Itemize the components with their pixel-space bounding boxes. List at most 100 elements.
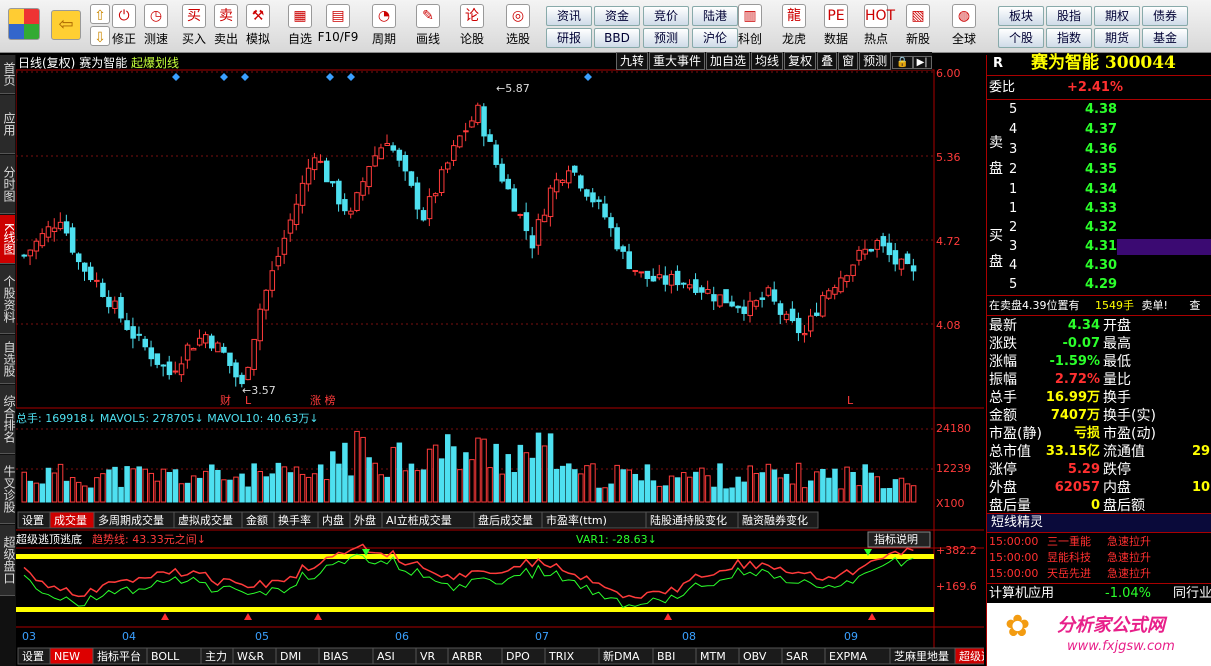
volume-bar [118, 486, 124, 503]
toolbar-button-7[interactable]: ◔ 周期 [362, 2, 406, 50]
event-diamond-icon[interactable] [347, 73, 355, 81]
chart-btn-6[interactable]: 窗 [838, 52, 859, 70]
candle-body [196, 337, 203, 346]
bid-price[interactable]: 4.31 [1085, 238, 1117, 256]
toolbar-button-13[interactable]: PE 数据 [820, 2, 852, 50]
industry-label[interactable]: 计算机应用 [989, 585, 1054, 603]
candle-body [39, 233, 46, 247]
toolbar-button-8[interactable]: ✎ 画线 [406, 2, 450, 50]
left-tab-4[interactable]: 个股资料 [0, 265, 16, 334]
toolbar-button-9[interactable]: 论论股 [450, 2, 494, 50]
chart-btn-2[interactable]: 加自选 [706, 52, 751, 70]
ask-price[interactable]: 4.38 [1085, 101, 1117, 119]
volume-bar [299, 473, 306, 503]
toolbar-button-10[interactable]: ◎ 选股 [496, 2, 540, 50]
left-tab-3[interactable]: K线图 [0, 215, 16, 264]
volume-bar [838, 488, 844, 503]
left-tab-2[interactable]: 分时图 [0, 155, 16, 214]
toolbar-button-1[interactable]: ◷ 测速 [140, 2, 172, 50]
market-button-债券[interactable]: 债券 [1142, 6, 1188, 26]
toolbar-button-16[interactable]: ◍ 全球 [948, 2, 980, 50]
chart-btn-3[interactable]: 均线 [751, 52, 784, 70]
chart-btn-4[interactable]: 复权 [784, 52, 817, 70]
volume-bar [263, 476, 269, 503]
event-diamond-icon[interactable] [220, 73, 228, 81]
left-tab-7[interactable]: 牛叉诊股 [0, 455, 16, 524]
event-diamond-icon[interactable] [172, 73, 180, 81]
vol-tab-label: 市盈率(ttm) [546, 513, 607, 527]
event-marker[interactable]: L [847, 394, 854, 407]
bottom-tab-label: BBI [657, 650, 675, 663]
event-diamond-icon[interactable] [584, 73, 592, 81]
event-diamond-icon[interactable] [326, 73, 334, 81]
period-label[interactable]: 日线(复权) [18, 56, 75, 70]
market-button-个股[interactable]: 个股 [998, 28, 1044, 48]
stat-label-2: 内盘 [1103, 480, 1131, 496]
header-tag[interactable]: 起爆划线 [131, 56, 179, 70]
chart-btn-5[interactable]: 叠 [817, 52, 838, 70]
candle-body [735, 305, 741, 309]
toolbar-button-11[interactable]: ▥ 科创 [734, 2, 766, 50]
app-logo-icon[interactable] [6, 2, 42, 50]
bid-price[interactable]: 4.29 [1085, 276, 1117, 294]
event-marker[interactable]: 涨 榜 [310, 393, 336, 407]
market-button-指数[interactable]: 指数 [1046, 28, 1092, 48]
quick-button-竞价[interactable]: 竞价 [643, 6, 689, 26]
quick-button-沪伦[interactable]: 沪伦 [692, 28, 738, 48]
ask-price[interactable]: 4.35 [1085, 161, 1117, 179]
toolbar-button-3[interactable]: 卖卖出 [210, 2, 242, 50]
market-button-基金[interactable]: 基金 [1142, 28, 1188, 48]
quick-button-预测[interactable]: 预测 [643, 28, 689, 48]
left-tab-1[interactable]: 应用 [0, 95, 16, 154]
bid-price[interactable]: 4.32 [1085, 219, 1117, 237]
market-button-股指[interactable]: 股指 [1046, 6, 1092, 26]
expand-icon[interactable]: ▶| [912, 56, 932, 69]
toolbar-button-15[interactable]: ▧ 新股 [902, 2, 934, 50]
market-button-板块[interactable]: 板块 [998, 6, 1044, 26]
candle-body [814, 312, 820, 316]
chart-btn-1[interactable]: 重大事件 [649, 52, 706, 70]
left-tab-8[interactable]: 超级盘口 [0, 525, 16, 596]
bid-price[interactable]: 4.30 [1085, 257, 1117, 275]
volume-bar [680, 472, 687, 503]
back-arrow-icon[interactable]: ⇦ [50, 2, 82, 50]
toolbar-button-2[interactable]: 买买入 [178, 2, 210, 50]
chart-btn-7[interactable]: 预测 [859, 52, 892, 70]
toolbar-button-6[interactable]: ▤ F10/F9 [316, 2, 360, 50]
toolbar-button-0[interactable]: ⏻ 修正 [108, 2, 140, 50]
toolbar-13-icon: PE [824, 4, 848, 28]
event-marker[interactable]: 财 [220, 393, 231, 407]
quick-button-陆港[interactable]: 陆港 [692, 6, 738, 26]
volume-bar [221, 479, 227, 503]
sprite-header[interactable]: 短线精灵 [987, 513, 1211, 533]
toolbar-button-14[interactable]: HOT 热点 [860, 2, 895, 50]
candle-body [880, 236, 887, 247]
quick-button-研报[interactable]: 研报 [546, 28, 592, 48]
left-tab-0[interactable]: 首页 [0, 55, 16, 94]
bid-price[interactable]: 4.33 [1085, 200, 1117, 218]
event-diamond-icon[interactable] [241, 73, 249, 81]
market-button-期权[interactable]: 期权 [1094, 6, 1140, 26]
market-button-期货[interactable]: 期货 [1094, 28, 1140, 48]
candle-body [662, 275, 669, 285]
ask-price[interactable]: 4.37 [1085, 121, 1117, 139]
volume-bar [735, 476, 741, 503]
candle-body [445, 162, 451, 170]
sprite-stock[interactable]: 天岳先进 [1047, 565, 1091, 583]
lock-icon[interactable]: 🔒 [892, 56, 913, 69]
ask-price[interactable]: 4.36 [1085, 141, 1117, 159]
left-tab-6[interactable]: 综合排名 [0, 385, 16, 454]
toolbar-button-4[interactable]: ⚒ 模拟 [242, 2, 274, 50]
left-tab-5[interactable]: 自选股 [0, 335, 16, 384]
candle-body [215, 342, 221, 353]
quick-button-BBD[interactable]: BBD [594, 28, 640, 48]
ask-price[interactable]: 4.34 [1085, 181, 1117, 199]
quick-button-资讯[interactable]: 资讯 [546, 6, 592, 26]
volume-bar [451, 446, 457, 503]
event-marker[interactable]: L [245, 394, 252, 407]
toolbar-button-12[interactable]: 龍龙虎 [778, 2, 810, 50]
chart-btn-0[interactable]: 九转 [616, 52, 649, 70]
quick-button-资金[interactable]: 资金 [594, 6, 640, 26]
candle-body [305, 167, 312, 185]
volume-bar [904, 483, 911, 503]
